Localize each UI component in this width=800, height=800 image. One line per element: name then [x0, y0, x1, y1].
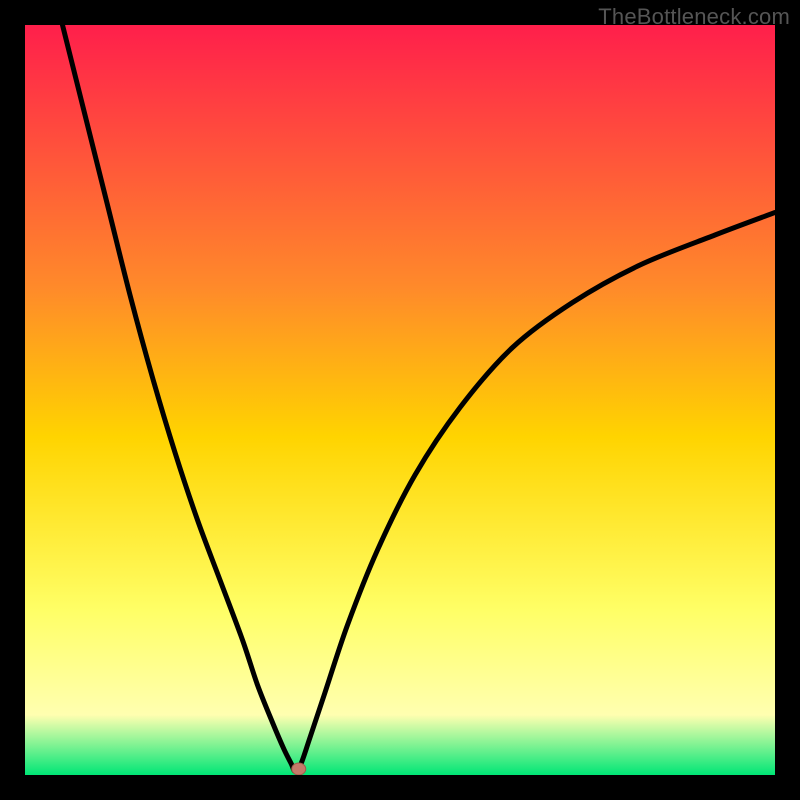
bottleneck-chart	[25, 25, 775, 775]
optimal-point-marker	[292, 763, 306, 775]
chart-frame	[25, 25, 775, 775]
gradient-background	[25, 25, 775, 775]
